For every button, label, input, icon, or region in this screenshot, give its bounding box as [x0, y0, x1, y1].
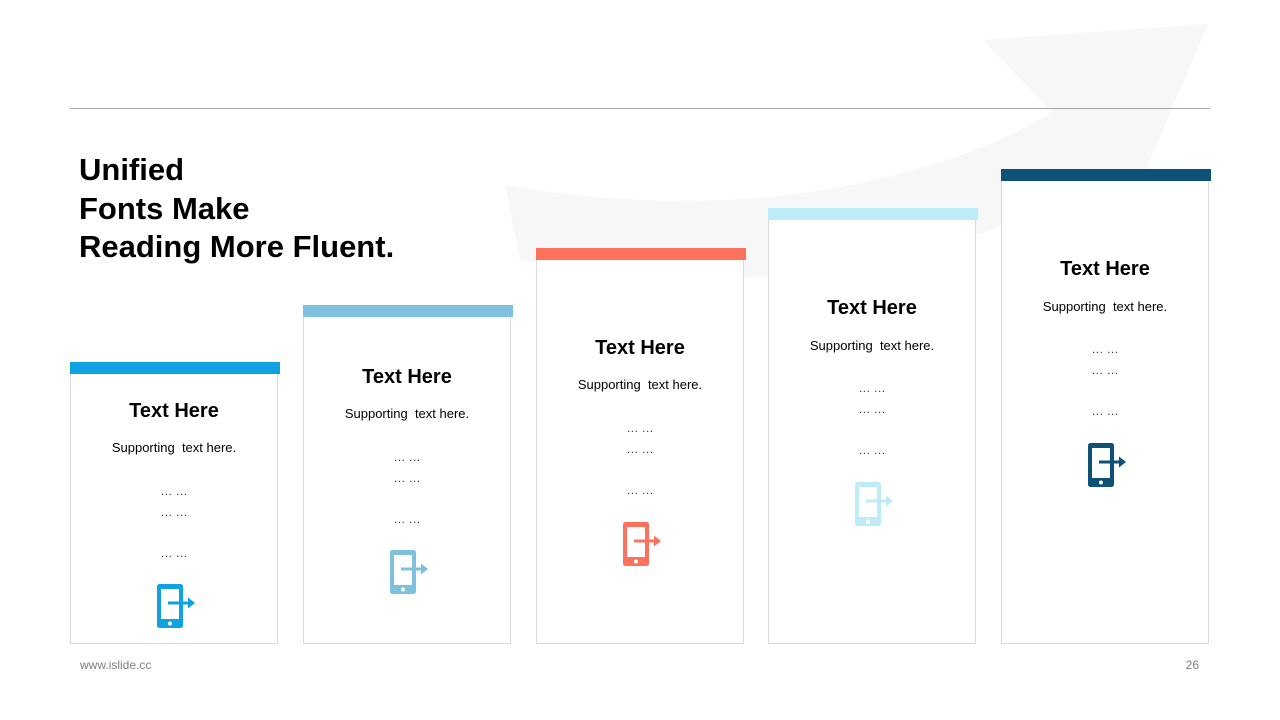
card-placeholder-dots: … … [160, 546, 188, 560]
card-accent-bar [70, 362, 280, 374]
phone-arrow-icon [622, 521, 662, 567]
phone-arrow-icon [389, 549, 429, 595]
title-line: Reading More Fluent. [79, 229, 395, 264]
card-heading: Text Here [129, 400, 219, 422]
card-placeholder-dots: … … [858, 443, 886, 457]
card-placeholder-dots: … … [858, 402, 886, 416]
info-card: Text Here Supporting text here. … … … … … [768, 208, 978, 644]
card-placeholder-dots: … … [160, 484, 188, 498]
info-card: Text Here Supporting text here. … … … … … [536, 248, 746, 644]
card-accent-bar [303, 305, 513, 317]
card-heading: Text Here [1060, 258, 1150, 280]
card-heading: Text Here [595, 337, 685, 359]
card-placeholder-dots: … … [626, 442, 654, 456]
card-heading: Text Here [362, 366, 452, 388]
card-placeholder-dots: … … [393, 450, 421, 464]
card-placeholder-dots: … … [1091, 404, 1119, 418]
card-placeholder-dots: … … [1091, 363, 1119, 377]
card-supporting-text: Supporting text here. [577, 377, 703, 392]
footer-url: www.islide.cc [80, 658, 152, 672]
card-accent-bar [1001, 169, 1211, 181]
card-supporting-text: Supporting text here. [1042, 299, 1168, 314]
title-line: Fonts Make [79, 190, 250, 226]
card-placeholder-dots: … … [160, 505, 188, 519]
card-accent-bar [536, 248, 746, 260]
card-supporting-text: Supporting text here. [111, 440, 237, 455]
card-placeholder-dots: … … [858, 381, 886, 395]
card-placeholder-dots: … … [393, 471, 421, 485]
slide-title: Unified Fonts Make Reading More Fluent. [79, 151, 499, 267]
title-line: Unified [79, 152, 185, 187]
page-number: 26 [1185, 658, 1199, 672]
info-card: Text Here Supporting text here. … … … … … [303, 305, 513, 644]
card-supporting-text: Supporting text here. [344, 406, 470, 421]
card-placeholder-dots: … … [626, 483, 654, 497]
card-placeholder-dots: … … [1091, 342, 1119, 356]
card-accent-bar [768, 208, 978, 220]
card-supporting-text: Supporting text here. [809, 338, 935, 353]
header-divider [70, 108, 1210, 109]
info-card: Text Here Supporting text here. … … … … … [70, 362, 280, 644]
info-card: Text Here Supporting text here. … … … … … [1001, 169, 1211, 644]
card-placeholder-dots: … … [626, 421, 654, 435]
card-placeholder-dots: … … [393, 512, 421, 526]
phone-arrow-icon [1087, 442, 1127, 488]
phone-arrow-icon [854, 481, 894, 527]
phone-arrow-icon [156, 583, 196, 629]
card-heading: Text Here [827, 297, 917, 319]
